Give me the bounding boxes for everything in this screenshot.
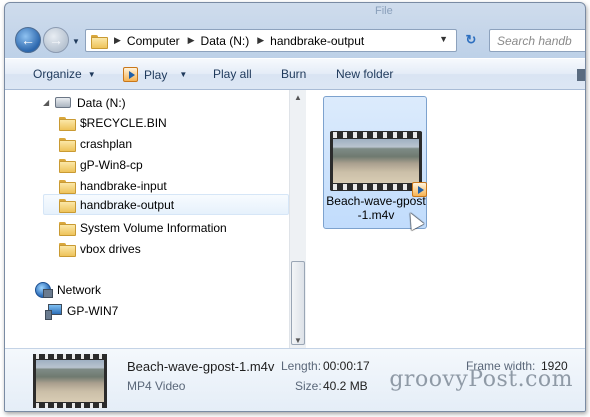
film-strip-bottom xyxy=(33,403,107,408)
film-strip-top xyxy=(33,354,107,359)
scrollbar-thumb[interactable] xyxy=(291,261,305,345)
refresh-button[interactable]: ↻ xyxy=(461,32,481,50)
tree-item-folder[interactable]: crashplan xyxy=(59,133,132,154)
tree-item-folder[interactable]: System Volume Information xyxy=(59,217,227,238)
scroll-up-icon[interactable]: ▲ xyxy=(294,93,302,102)
breadcrumb-handbrake-output[interactable]: handbrake-output xyxy=(270,34,364,48)
tree-item-label: vbox drives xyxy=(80,241,141,256)
video-thumbnail-icon xyxy=(330,131,427,197)
play-all-button[interactable]: Play all xyxy=(213,67,252,81)
network-icon xyxy=(35,281,53,298)
chevron-right-icon[interactable]: ▶ xyxy=(257,35,264,46)
file-item-video[interactable]: Beach-wave-gpost-1.m4v xyxy=(323,96,427,229)
navigation-pane: ◢ Data (N:) $RECYCLE.BIN crashplan gP-Wi… xyxy=(5,90,306,348)
navigation-bar: ← → ▼ ▶ Computer ▶ Data (N:) ▶ handbrake… xyxy=(5,23,585,57)
back-arrow-icon: ← xyxy=(21,32,35,48)
tree-item-computer[interactable]: GP-WIN7 xyxy=(45,300,118,321)
computer-icon xyxy=(45,303,62,320)
tree-item-label: Network xyxy=(57,282,102,297)
tree-item-data-drive[interactable]: ◢ Data (N:) xyxy=(43,92,126,113)
explorer-window: File ← → ▼ ▶ Computer ▶ Data (N:) ▶ hand… xyxy=(4,2,586,412)
forward-arrow-icon: → xyxy=(49,32,63,48)
search-input[interactable]: Search handb xyxy=(489,29,585,52)
folder-icon xyxy=(59,198,76,213)
tree-item-label: handbrake-input xyxy=(80,178,167,193)
breadcrumb-data-drive[interactable]: Data (N:) xyxy=(201,34,250,48)
chevron-right-icon[interactable]: ▶ xyxy=(114,35,121,46)
chevron-down-icon: ▼ xyxy=(87,69,96,79)
tree-item-folder[interactable]: handbrake-input xyxy=(59,175,167,196)
view-options-icon[interactable] xyxy=(577,69,585,81)
folder-icon xyxy=(59,116,76,131)
new-folder-button[interactable]: New folder xyxy=(336,67,393,81)
navigation-scrollbar[interactable]: ▲ ▼ xyxy=(289,90,306,348)
tree-item-label: crashplan xyxy=(80,136,133,151)
burn-button[interactable]: Burn xyxy=(281,67,306,81)
length-label: Length: xyxy=(281,359,322,373)
content-area: ◢ Data (N:) $RECYCLE.BIN crashplan gP-Wi… xyxy=(5,90,585,348)
folder-icon xyxy=(91,34,108,49)
tree-item-label: Data (N:) xyxy=(77,95,126,110)
film-strip-bottom xyxy=(330,184,422,190)
details-pane: Beach-wave-gpost-1.m4v MP4 Video Length:… xyxy=(5,348,585,411)
tree-item-folder[interactable]: gP-Win8-cp xyxy=(59,154,143,175)
details-file-type: MP4 Video xyxy=(127,379,186,393)
organize-button[interactable]: Organize ▼ xyxy=(33,67,96,81)
film-strip-top xyxy=(330,132,422,138)
tree-item-label: $RECYCLE.BIN xyxy=(80,115,167,130)
video-thumbnail-icon xyxy=(33,354,107,408)
chevron-right-icon[interactable]: ▶ xyxy=(188,35,195,46)
expand-triangle-icon[interactable]: ◢ xyxy=(43,98,51,107)
drive-icon xyxy=(55,97,71,108)
length-value[interactable]: 00:00:17 xyxy=(323,359,370,373)
file-list: Beach-wave-gpost-1.m4v xyxy=(307,90,585,348)
tree-item-folder-selected[interactable]: handbrake-output xyxy=(43,194,289,215)
breadcrumb-computer[interactable]: Computer xyxy=(127,34,180,48)
tree-item-folder[interactable]: $RECYCLE.BIN xyxy=(59,112,167,133)
size-label: Size: xyxy=(295,379,322,393)
play-icon xyxy=(123,67,138,82)
recent-pages-dropdown[interactable]: ▼ xyxy=(72,37,80,46)
size-value: 40.2 MB xyxy=(323,379,368,393)
address-bar[interactable]: ▶ Computer ▶ Data (N:) ▶ handbrake-outpu… xyxy=(85,29,457,52)
title-bar: File xyxy=(5,3,585,21)
chevron-down-icon[interactable]: ▼ xyxy=(179,70,187,79)
title-hint: File xyxy=(375,5,393,17)
folder-icon xyxy=(59,137,76,152)
folder-icon xyxy=(59,221,76,236)
tree-item-label: System Volume Information xyxy=(80,220,227,235)
tree-item-label: gP-Win8-cp xyxy=(80,157,143,172)
details-file-name: Beach-wave-gpost-1.m4v xyxy=(127,359,275,374)
play-label: Play xyxy=(144,67,168,82)
scroll-down-icon[interactable]: ▼ xyxy=(294,336,302,345)
play-button[interactable]: Play ▼ xyxy=(123,67,187,82)
folder-icon xyxy=(59,179,76,194)
folder-icon xyxy=(59,158,76,173)
command-bar: Organize ▼ Play ▼ Play all Burn New fold… xyxy=(5,58,585,90)
tree-item-label: GP-WIN7 xyxy=(67,303,119,318)
watermark: groovyPost.com xyxy=(389,367,573,392)
address-dropdown-icon[interactable]: ▼ xyxy=(439,34,448,44)
forward-button[interactable]: → xyxy=(43,27,69,53)
tree-item-network[interactable]: Network xyxy=(35,279,101,300)
video-frame-image xyxy=(36,360,104,402)
organize-label: Organize xyxy=(33,67,82,81)
video-frame-image xyxy=(333,139,419,183)
refresh-icon: ↻ xyxy=(465,32,477,47)
tree-item-folder[interactable]: vbox drives xyxy=(59,238,141,259)
back-button[interactable]: ← xyxy=(15,27,41,53)
tree-item-label: handbrake-output xyxy=(80,197,175,212)
folder-icon xyxy=(59,242,76,257)
